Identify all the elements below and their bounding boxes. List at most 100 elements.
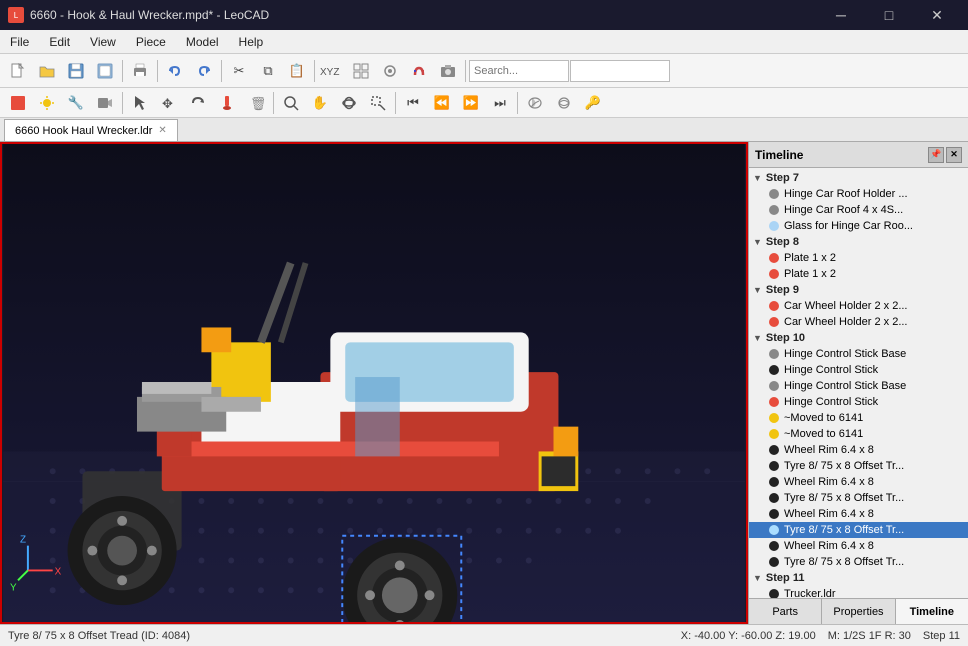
svg-text:🗑: 🗑 [250,96,264,111]
search-input[interactable] [469,60,569,82]
menu-view[interactable]: View [80,32,126,52]
delete-button[interactable]: 🗑 [242,89,270,117]
menu-model[interactable]: Model [176,32,229,52]
cut-button[interactable]: ✂ [225,57,253,85]
right-panel: Timeline 📌 ✕ ▼ Step 7 Hinge Car Roof Hol… [748,142,968,624]
menu-piece[interactable]: Piece [126,32,176,52]
step-8-header[interactable]: ▼ Step 8 [749,234,968,250]
step-8-expand-icon: ▼ [753,237,762,247]
undo-button[interactable] [161,57,189,85]
tree-item-plate-1[interactable]: Plate 1 x 2 [749,250,968,266]
step-10-label: Step 10 [766,332,805,344]
panel-title: Timeline [755,148,803,162]
window-controls: ─ □ ✕ [818,0,960,30]
step-10-header[interactable]: ▼ Step 10 [749,330,968,346]
filter-input[interactable] [570,60,670,82]
redo-button[interactable] [190,57,218,85]
tree-item-wheel-holder-1[interactable]: Car Wheel Holder 2 x 2... [749,298,968,314]
tree-item-tyre-1[interactable]: Tyre 8/ 75 x 8 Offset Tr... [749,458,968,474]
toolbar-separator-2 [157,60,158,82]
step-9-expand-icon: ▼ [753,285,762,295]
tree-item-hinge-ctrl-stick-base-2[interactable]: Hinge Control Stick Base [749,378,968,394]
rotate-button[interactable] [184,89,212,117]
save-button[interactable] [62,57,90,85]
step-7-header[interactable]: ▼ Step 7 [749,170,968,186]
select-button[interactable] [126,89,154,117]
tree-item-moved-6141-1[interactable]: ~Moved to 6141 [749,410,968,426]
move-button[interactable]: ✥ [155,89,183,117]
step-9-label: Step 9 [766,284,799,296]
step-prev-button[interactable]: ⏪ [428,89,456,117]
video-button[interactable] [91,89,119,117]
tree-item-hinge-ctrl-stick-base-1[interactable]: Hinge Control Stick Base [749,346,968,362]
panel-close-button[interactable]: ✕ [946,147,962,163]
pan-button[interactable]: ✋ [306,89,334,117]
menu-help[interactable]: Help [229,32,274,52]
step-11-label: Step 11 [766,572,805,584]
tab-main[interactable]: 6660 Hook Haul Wrecker.ldr ✕ [4,119,178,141]
tree-item-trucker[interactable]: Trucker.ldr [749,586,968,598]
tab-timeline[interactable]: Timeline [896,599,968,624]
tab-parts[interactable]: Parts [749,599,822,624]
tree-item-tyre-2[interactable]: Tyre 8/ 75 x 8 Offset Tr... [749,490,968,506]
status-left: Tyre 8/ 75 x 8 Offset Tread (ID: 4084) [8,630,190,642]
xyz-button[interactable]: XYZ [318,57,346,85]
tree-item-tyre-4[interactable]: Tyre 8/ 75 x 8 Offset Tr... [749,554,968,570]
tree-item-moved-6141-2[interactable]: ~Moved to 6141 [749,426,968,442]
tree-item-wheel-rim-3[interactable]: Wheel Rim 6.4 x 8 [749,506,968,522]
tree-item-wheel-rim-2[interactable]: Wheel Rim 6.4 x 8 [749,474,968,490]
paste-button[interactable]: 📋 [283,57,311,85]
tab-close-button[interactable]: ✕ [158,125,166,136]
tree-item-hinge-car-roof-holder[interactable]: Hinge Car Roof Holder ... [749,186,968,202]
paint-button[interactable] [213,89,241,117]
magnet-button[interactable] [405,57,433,85]
play-button[interactable] [521,89,549,117]
close-button[interactable]: ✕ [914,0,960,30]
zoom-fit-button[interactable] [277,89,305,117]
open-button[interactable] [33,57,61,85]
minimize-button[interactable]: ─ [818,0,864,30]
light-button[interactable] [33,89,61,117]
copy-button[interactable]: ⧉ [254,57,282,85]
menu-file[interactable]: File [0,32,39,52]
tree-item-plate-2[interactable]: Plate 1 x 2 [749,266,968,282]
camera-button[interactable] [434,57,462,85]
tree-item-hinge-car-roof[interactable]: Hinge Car Roof 4 x 4S... [749,202,968,218]
viewport[interactable]: Z X Y [0,142,748,624]
dot-icon [769,461,779,471]
zoom-region-button[interactable] [364,89,392,117]
step-first-button[interactable]: ⏮ [399,89,427,117]
step-11-header[interactable]: ▼ Step 11 [749,570,968,586]
step-next-button[interactable]: ⏩ [457,89,485,117]
wrench-button[interactable]: 🔧 [62,89,90,117]
save-all-button[interactable] [91,57,119,85]
app-icon: L [8,7,24,23]
tree-item-wheel-holder-2[interactable]: Car Wheel Holder 2 x 2... [749,314,968,330]
step-7-label: Step 7 [766,172,799,184]
tree-item-tyre-3-selected[interactable]: Tyre 8/ 75 x 8 Offset Tr... [749,522,968,538]
status-step: Step 11 [923,630,960,642]
panel-pin-button[interactable]: 📌 [928,147,944,163]
toolbar-separator-3 [221,60,222,82]
menu-edit[interactable]: Edit [39,32,80,52]
tree-item-hinge-ctrl-stick-2[interactable]: Hinge Control Stick [749,394,968,410]
tab-properties[interactable]: Properties [822,599,895,624]
svg-text:XYZ: XYZ [320,67,339,78]
step-9-header[interactable]: ▼ Step 9 [749,282,968,298]
grid-button[interactable] [347,57,375,85]
tree-item-wheel-rim-1[interactable]: Wheel Rim 6.4 x 8 [749,442,968,458]
new-model-button[interactable] [4,89,32,117]
tree-item-glass-hinge[interactable]: Glass for Hinge Car Roo... [749,218,968,234]
print-button[interactable] [126,57,154,85]
key-button[interactable]: 🔑 [579,89,607,117]
snap-button[interactable] [376,57,404,85]
step-last-button[interactable]: ⏭ [486,89,514,117]
new-button[interactable] [4,57,32,85]
tree-item-hinge-ctrl-stick-1[interactable]: Hinge Control Stick [749,362,968,378]
window-title: 6660 - Hook & Haul Wrecker.mpd* - LeoCAD [30,8,269,22]
orbit-button[interactable] [335,89,363,117]
tree-item-wheel-rim-4[interactable]: Wheel Rim 6.4 x 8 [749,538,968,554]
tb2-sep2 [273,92,274,114]
maximize-button[interactable]: □ [866,0,912,30]
animation-button[interactable] [550,89,578,117]
